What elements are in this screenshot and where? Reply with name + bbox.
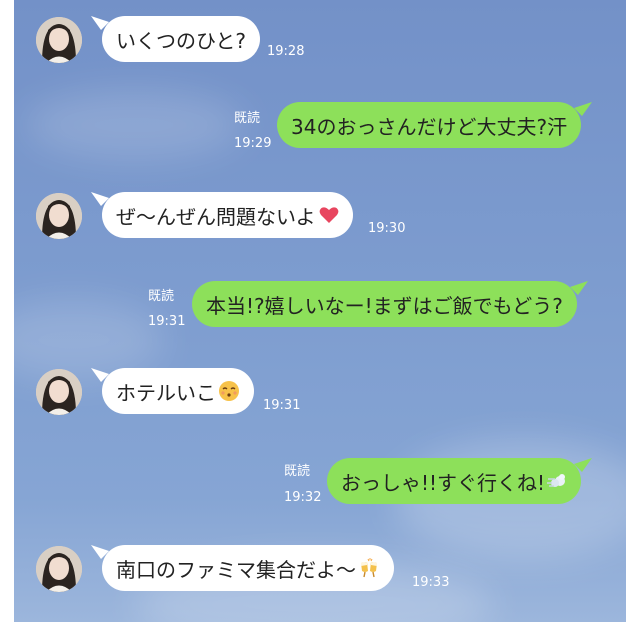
message-bubble-outgoing[interactable]: 本当!?嬉しいなー!まずはご飯でもどう? (192, 281, 588, 327)
bubble-tail (91, 16, 109, 30)
message-text: 34のおっさんだけど大丈夫?汗 (291, 114, 568, 139)
message-text: 南口のファミマ集合だよ〜 (116, 557, 356, 582)
message-bubble-incoming[interactable]: 南口のファミマ集合だよ〜 (91, 545, 394, 591)
message-text: ホテルいこ (116, 380, 216, 405)
app-frame: いくつのひと? 19:28 既読 19:29 34のおっさんだけど大丈夫?汗 ぜ… (0, 0, 640, 622)
bubble-tail (91, 545, 109, 559)
contact-avatar[interactable] (36, 17, 82, 63)
kissing-face-icon (219, 381, 239, 401)
message-bubble-incoming[interactable]: ホテルいこ (91, 368, 254, 414)
message-bubble-outgoing[interactable]: おっしゃ!!すぐ行くね! (327, 458, 593, 504)
message-time: 19:32 (284, 490, 322, 505)
message-text: いくつのひと? (116, 28, 247, 53)
bubble-tail (91, 192, 109, 206)
bubble-tail (574, 458, 593, 472)
clinking-glasses-icon (361, 558, 377, 578)
message-text: 本当!?嬉しいなー!まずはご飯でもどう? (206, 293, 563, 318)
bubble-tail (91, 368, 109, 382)
message-time: 19:28 (267, 44, 305, 59)
message-time: 19:30 (368, 221, 406, 236)
dash-icon (547, 474, 566, 487)
message-time: 19:33 (412, 575, 450, 590)
message-bubble-incoming[interactable]: いくつのひと? (91, 16, 261, 62)
chat-area[interactable]: いくつのひと? 19:28 既読 19:29 34のおっさんだけど大丈夫?汗 ぜ… (14, 0, 626, 622)
read-receipt: 既読 (148, 289, 175, 304)
message-time: 19:31 (148, 314, 186, 329)
bubble-tail (574, 102, 593, 116)
contact-avatar[interactable] (36, 193, 82, 239)
message-time: 19:29 (234, 136, 272, 151)
read-receipt: 既読 (234, 111, 261, 126)
heart-icon (319, 207, 338, 223)
bubble-tail (569, 281, 588, 295)
message-text: ぜ〜んぜん問題ないよ (116, 204, 316, 229)
message-bubble-outgoing[interactable]: 34のおっさんだけど大丈夫?汗 (277, 102, 593, 148)
message-text: おっしゃ!!すぐ行くね! (341, 470, 546, 495)
message-time: 19:31 (263, 398, 301, 413)
contact-avatar[interactable] (36, 369, 82, 415)
read-receipt: 既読 (284, 464, 311, 479)
contact-avatar[interactable] (36, 546, 82, 592)
message-bubble-incoming[interactable]: ぜ〜んぜん問題ないよ (91, 192, 353, 238)
